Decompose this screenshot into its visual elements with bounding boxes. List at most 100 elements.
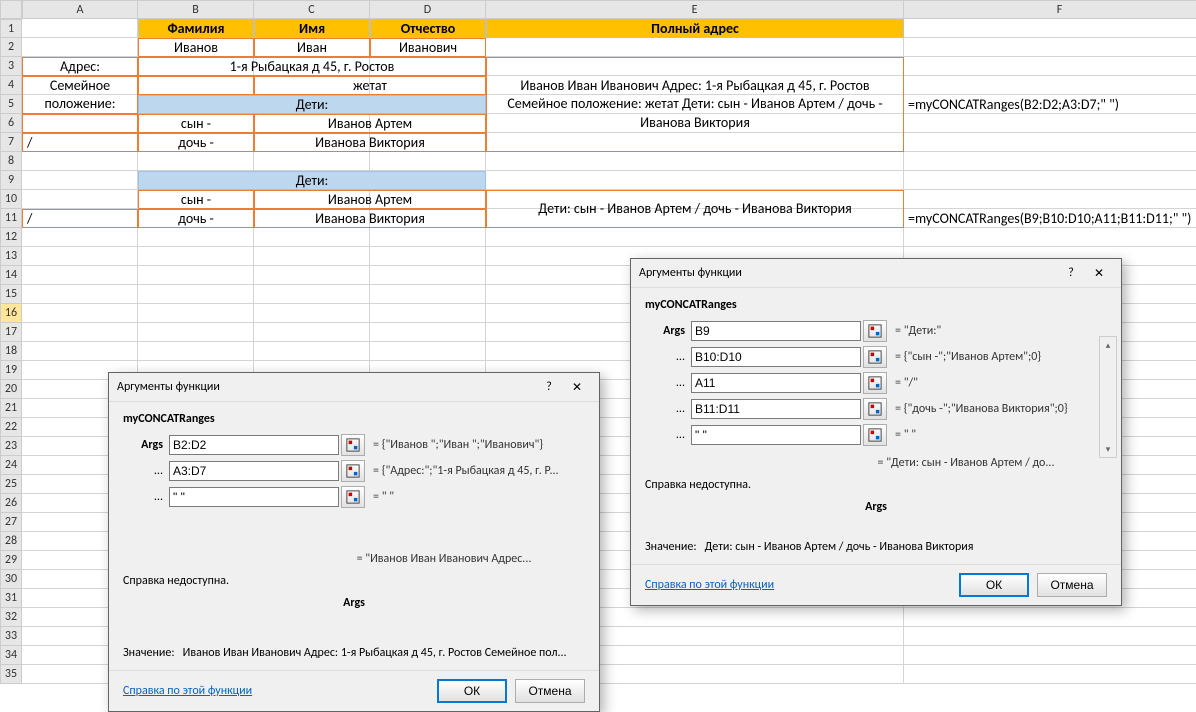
row-header-13[interactable]: 13: [0, 247, 22, 266]
row-header-16[interactable]: 16: [0, 304, 22, 323]
cell-bg[interactable]: [254, 342, 370, 361]
cell-D1[interactable]: Отчество: [370, 19, 486, 38]
cell-bg[interactable]: [370, 152, 486, 171]
row-header-14[interactable]: 14: [0, 266, 22, 285]
row-header-31[interactable]: 31: [0, 589, 22, 608]
cell-B4[interactable]: [138, 76, 254, 95]
cell-bg[interactable]: [904, 608, 1196, 627]
cell-C6[interactable]: Иванов Артем: [254, 114, 486, 133]
cell-bg[interactable]: [904, 114, 1196, 133]
cell-bg[interactable]: [138, 247, 254, 266]
cell-A4[interactable]: Семейное положение:: [22, 76, 138, 114]
cell-B9[interactable]: Дети:: [138, 171, 486, 190]
cell-bg[interactable]: [22, 171, 138, 190]
row-header-19[interactable]: 19: [0, 361, 22, 380]
cell-bg[interactable]: [370, 228, 486, 247]
cell-bg[interactable]: [138, 342, 254, 361]
cell-bg[interactable]: [486, 171, 904, 190]
cell-bg[interactable]: [138, 152, 254, 171]
close-icon[interactable]: ✕: [563, 377, 591, 397]
arg-input[interactable]: [691, 425, 861, 445]
cell-A3[interactable]: Адрес:: [22, 57, 138, 76]
cell-B2[interactable]: Иванов: [138, 38, 254, 57]
row-header-21[interactable]: 21: [0, 399, 22, 418]
cell-bg[interactable]: [22, 190, 138, 209]
ok-button[interactable]: ОК: [959, 573, 1029, 597]
cell-bg[interactable]: [370, 304, 486, 323]
cell-A6[interactable]: [22, 114, 138, 133]
cancel-button[interactable]: Отмена: [515, 679, 585, 703]
range-selector-icon[interactable]: [341, 460, 365, 482]
cell-bg[interactable]: [370, 285, 486, 304]
cell-bg[interactable]: [904, 19, 1196, 38]
row-header-12[interactable]: 12: [0, 228, 22, 247]
cell-bg[interactable]: [254, 266, 370, 285]
row-header-10[interactable]: 10: [0, 190, 22, 209]
dialog-titlebar[interactable]: Аргументы функции ? ✕: [109, 373, 599, 402]
select-all-corner[interactable]: [0, 0, 22, 19]
cell-bg[interactable]: [22, 304, 138, 323]
arg-input[interactable]: [691, 373, 861, 393]
row-header-22[interactable]: 22: [0, 418, 22, 437]
dialog-titlebar[interactable]: Аргументы функции ? ✕: [631, 259, 1121, 288]
row-header-34[interactable]: 34: [0, 646, 22, 665]
arg-input[interactable]: [691, 399, 861, 419]
row-header-35[interactable]: 35: [0, 665, 22, 684]
row-header-32[interactable]: 32: [0, 608, 22, 627]
range-selector-icon[interactable]: [863, 398, 887, 420]
cell-bg[interactable]: [904, 646, 1196, 665]
row-header-17[interactable]: 17: [0, 323, 22, 342]
col-header-E[interactable]: E: [486, 0, 904, 19]
cell-C7[interactable]: Иванова Виктория: [254, 133, 486, 152]
row-header-29[interactable]: 29: [0, 551, 22, 570]
cell-B3[interactable]: 1-я Рыбацкая д 45, г. Ростов: [138, 57, 486, 76]
cell-B6[interactable]: сын -: [138, 114, 254, 133]
cell-C2[interactable]: Иван: [254, 38, 370, 57]
row-header-28[interactable]: 28: [0, 532, 22, 551]
row-header-20[interactable]: 20: [0, 380, 22, 399]
help-link[interactable]: Справка по этой функции: [645, 578, 951, 592]
cell-bg[interactable]: [254, 323, 370, 342]
cell-bg[interactable]: [22, 152, 138, 171]
cell-bg[interactable]: [138, 285, 254, 304]
range-selector-icon[interactable]: [863, 346, 887, 368]
row-header-2[interactable]: 2: [0, 38, 22, 57]
cell-bg[interactable]: [904, 133, 1196, 152]
row-header-1[interactable]: 1: [0, 19, 22, 38]
cell-bg[interactable]: [254, 285, 370, 304]
cell-bg[interactable]: [486, 38, 904, 57]
cell-bg[interactable]: [22, 247, 138, 266]
col-header-C[interactable]: C: [254, 0, 370, 19]
cell-bg[interactable]: [22, 228, 138, 247]
close-icon[interactable]: ✕: [1085, 263, 1113, 283]
cell-bg[interactable]: [370, 266, 486, 285]
row-header-15[interactable]: 15: [0, 285, 22, 304]
cell-bg[interactable]: [254, 247, 370, 266]
cell-bg[interactable]: [138, 323, 254, 342]
cell-B7[interactable]: дочь -: [138, 133, 254, 152]
cell-bg[interactable]: [22, 266, 138, 285]
cell-bg[interactable]: [904, 171, 1196, 190]
col-header-F[interactable]: F: [904, 0, 1196, 19]
row-header-4[interactable]: 4: [0, 76, 22, 95]
row-header-30[interactable]: 30: [0, 570, 22, 589]
cell-bg[interactable]: [486, 228, 904, 247]
cell-bg[interactable]: [904, 76, 1196, 95]
range-selector-icon[interactable]: [863, 424, 887, 446]
cell-F11[interactable]: =myCONCATRanges(B9;B10:D10;A11;B11:D11;"…: [904, 209, 1196, 228]
cell-C4[interactable]: жетат: [254, 76, 486, 95]
cancel-button[interactable]: Отмена: [1037, 573, 1107, 597]
row-header-3[interactable]: 3: [0, 57, 22, 76]
arg-input[interactable]: [169, 435, 339, 455]
row-header-27[interactable]: 27: [0, 513, 22, 532]
cell-bg[interactable]: [904, 38, 1196, 57]
row-header-33[interactable]: 33: [0, 627, 22, 646]
row-header-25[interactable]: 25: [0, 475, 22, 494]
cell-B11[interactable]: дочь -: [138, 209, 254, 228]
row-header-26[interactable]: 26: [0, 494, 22, 513]
cell-E1[interactable]: Полный адрес: [486, 19, 904, 38]
cell-bg[interactable]: [254, 304, 370, 323]
cell-A7[interactable]: /: [22, 133, 138, 152]
row-header-8[interactable]: 8: [0, 152, 22, 171]
cell-bg[interactable]: [904, 665, 1196, 684]
